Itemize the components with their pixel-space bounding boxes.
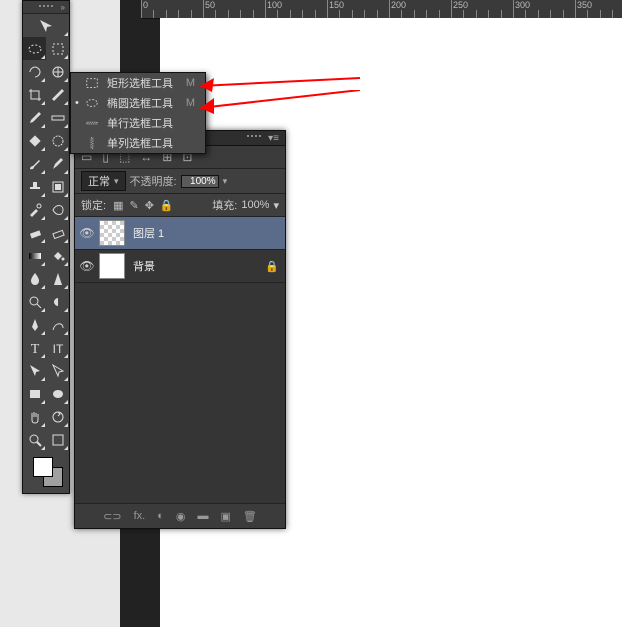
lock-option-icon[interactable]: ▦ <box>113 200 123 212</box>
layers-list: 👁 图层 1 👁 背景🔒 <box>75 217 285 283</box>
gradient-tool[interactable] <box>23 244 46 267</box>
lasso-tool[interactable] <box>23 60 46 83</box>
layers-footer-icon[interactable]: ◐ <box>157 510 164 522</box>
layers-footer-icon[interactable]: fx. <box>134 510 146 522</box>
lock-option-icon[interactable]: 🔒 <box>160 200 174 212</box>
foreground-swatch[interactable] <box>33 457 53 477</box>
notes-tool[interactable] <box>46 428 69 451</box>
flyout-item-label: 单行选框工具 <box>107 115 173 131</box>
slice-tool[interactable] <box>46 83 69 106</box>
flyout-item-shortcut: M <box>181 77 195 89</box>
crop-tool[interactable] <box>23 83 46 106</box>
tools-panel: » T IT <box>22 0 70 494</box>
rotate-view-tool[interactable] <box>46 405 69 428</box>
flyout-item[interactable]: 单行选框工具 <box>71 113 205 133</box>
dodge-tool[interactable] <box>23 290 46 313</box>
svg-text:T: T <box>30 342 39 356</box>
color-swatches[interactable] <box>23 451 69 493</box>
bucket-tool[interactable] <box>46 244 69 267</box>
layer-name: 图层 1 <box>133 225 265 241</box>
sharpen-tool[interactable] <box>46 267 69 290</box>
layers-footer-icon[interactable]: 🗑 <box>243 510 257 523</box>
direct-select-tool[interactable] <box>46 359 69 382</box>
panel-menu-icon[interactable]: ▾≡ <box>268 133 279 144</box>
opacity-input[interactable]: 100% <box>181 175 219 188</box>
stamp-tool[interactable] <box>23 175 46 198</box>
layer-row[interactable]: 👁 背景🔒 <box>75 250 285 283</box>
layers-footer-icon[interactable]: ▣ <box>220 510 230 523</box>
move-tool[interactable] <box>23 14 69 37</box>
zoom-tool[interactable] <box>23 428 46 451</box>
flyout-item-label: 单列选框工具 <box>107 135 173 151</box>
layers-footer-icon[interactable]: ◉ <box>176 510 186 523</box>
opacity-label: 不透明度: <box>130 173 177 189</box>
lock-option-icon[interactable]: ✎ <box>129 200 138 212</box>
fill-input[interactable]: 100% <box>241 199 269 211</box>
blend-mode-value: 正常 <box>88 173 110 189</box>
pattern-tool[interactable] <box>46 175 69 198</box>
single-row-marquee-icon <box>85 116 99 130</box>
type-tool[interactable]: T <box>23 336 46 359</box>
visibility-icon[interactable]: 👁 <box>75 259 99 273</box>
art-history-tool[interactable] <box>46 198 69 221</box>
crop2-tool[interactable] <box>46 37 69 60</box>
history-brush-tool[interactable] <box>23 198 46 221</box>
bg-eraser-tool[interactable] <box>46 221 69 244</box>
fill-label: 填充: <box>212 197 237 213</box>
quick-select-tool[interactable] <box>46 60 69 83</box>
eyedropper-tool[interactable] <box>23 106 46 129</box>
rect-marquee-icon <box>85 76 99 90</box>
ellipse-marquee-icon <box>85 96 99 110</box>
burn-tool[interactable] <box>46 290 69 313</box>
pen-tool[interactable] <box>23 313 46 336</box>
collapse-icon[interactable]: » <box>61 3 65 12</box>
healing-tool[interactable] <box>23 129 46 152</box>
visibility-icon[interactable]: 👁 <box>75 226 99 240</box>
layer-name: 背景 <box>133 258 265 274</box>
layers-empty-area[interactable] <box>75 283 285 503</box>
eraser-tool[interactable] <box>23 221 46 244</box>
flyout-item-label: 椭圆选框工具 <box>107 95 173 111</box>
flyout-item[interactable]: 椭圆选框工具 M <box>71 93 205 113</box>
rectangle-tool[interactable] <box>23 382 46 405</box>
flyout-item[interactable]: 矩形选框工具 M <box>71 73 205 93</box>
layer-thumbnail[interactable] <box>99 220 125 246</box>
layers-footer-icon[interactable]: ▬ <box>197 510 208 522</box>
layers-footer: ⊂⊃ fx. ◐ ◉ ▬ ▣ 🗑 <box>75 503 285 528</box>
patch-tool[interactable] <box>46 129 69 152</box>
vtype-tool[interactable]: IT <box>46 336 69 359</box>
chevron-down-icon: ▾ <box>114 176 119 187</box>
hand-tool[interactable] <box>23 405 46 428</box>
ellipse-shape-tool[interactable] <box>46 382 69 405</box>
tools-panel-header[interactable]: » <box>23 1 69 14</box>
chevron-down-icon[interactable]: ▾ <box>273 199 279 212</box>
pencil-tool[interactable] <box>46 152 69 175</box>
layers-footer-icon[interactable]: ⊂⊃ <box>103 510 121 523</box>
marquee-tool[interactable] <box>23 37 46 60</box>
blur-tool[interactable] <box>23 267 46 290</box>
lock-label: 锁定: <box>81 197 106 213</box>
panel-lock-row: 锁定: ▦ ✎ ✥ 🔒 填充: 100% ▾ <box>75 194 285 217</box>
flyout-item-shortcut: M <box>181 97 195 109</box>
chevron-down-icon[interactable]: ▾ <box>223 176 228 187</box>
lock-icon: 🔒 <box>265 260 285 273</box>
ruler-horizontal: 050100150200250300350400 <box>141 0 622 19</box>
panel-blend-row: 正常 ▾ 不透明度: 100% ▾ <box>75 169 285 194</box>
single-col-marquee-icon <box>85 136 99 150</box>
brush-tool[interactable] <box>23 152 46 175</box>
layer-thumbnail[interactable] <box>99 253 125 279</box>
flyout-item-label: 矩形选框工具 <box>107 75 173 91</box>
ruler-tool[interactable] <box>46 106 69 129</box>
flyout-item[interactable]: 单列选框工具 <box>71 133 205 153</box>
layer-row[interactable]: 👁 图层 1 <box>75 217 285 250</box>
lock-option-icon[interactable]: ✥ <box>145 200 154 212</box>
svg-text:IT: IT <box>52 342 63 356</box>
marquee-tool-flyout: 矩形选框工具 M 椭圆选框工具 M 单行选框工具单列选框工具 <box>70 72 206 154</box>
blend-mode-select[interactable]: 正常 ▾ <box>81 171 126 191</box>
path-select-tool[interactable] <box>23 359 46 382</box>
layers-panel: ▾≡ ▭▯⬚↔⊞⊡ 正常 ▾ 不透明度: 100% ▾ 锁定: ▦✎✥🔒 填充:… <box>74 130 286 529</box>
freeform-pen-tool[interactable] <box>46 313 69 336</box>
